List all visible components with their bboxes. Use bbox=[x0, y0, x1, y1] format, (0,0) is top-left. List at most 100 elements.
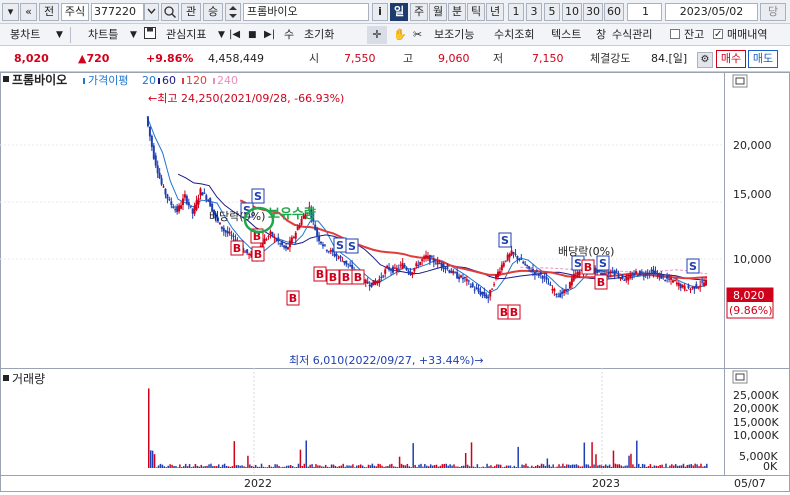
candle-body bbox=[658, 274, 661, 278]
num-search-button[interactable]: 수치조회 bbox=[494, 26, 534, 44]
trade-history-checkbox[interactable] bbox=[713, 26, 723, 44]
fit-button[interactable]: 수 bbox=[284, 26, 294, 44]
volume-maximize-icon[interactable] bbox=[732, 370, 748, 384]
last-price-pct: (9.86%) bbox=[729, 304, 773, 317]
search-icon[interactable] bbox=[161, 3, 179, 21]
panel-maximize-icon[interactable] bbox=[732, 74, 748, 88]
volume-bar bbox=[620, 465, 622, 468]
candle-body bbox=[522, 261, 525, 264]
stock-name-field[interactable]: 프롬바이오 bbox=[243, 3, 369, 21]
up-down-arrows-icon[interactable] bbox=[225, 3, 241, 21]
period-month-tab[interactable]: 월 bbox=[429, 3, 447, 21]
volume-bar bbox=[319, 465, 321, 468]
volume-bar bbox=[159, 463, 162, 468]
volume-panel-title: 거래량 bbox=[12, 372, 45, 386]
minute-5-button[interactable]: 5 bbox=[544, 3, 560, 21]
ma240-swatch bbox=[213, 78, 215, 84]
indicator-button[interactable]: 관심지표 bbox=[166, 26, 206, 44]
volume-bar bbox=[468, 466, 471, 468]
buy-button[interactable]: 매수 bbox=[716, 50, 746, 68]
volume-bar bbox=[630, 453, 632, 468]
volume-bar bbox=[542, 464, 545, 468]
formula-manage-button[interactable]: 수식관리 bbox=[612, 26, 652, 44]
candle-body bbox=[419, 261, 422, 265]
save-icon[interactable] bbox=[143, 26, 157, 44]
rise-button[interactable]: 승 bbox=[203, 3, 223, 21]
candle-body bbox=[290, 237, 293, 244]
volume-bar bbox=[540, 463, 543, 468]
candle-body bbox=[172, 206, 175, 209]
hand-icon[interactable]: ✋ bbox=[393, 26, 407, 44]
volume-bar bbox=[348, 465, 350, 468]
date-input[interactable]: 2023/05/02 bbox=[665, 3, 758, 21]
candle-body bbox=[549, 284, 552, 286]
interest-button[interactable]: 관 bbox=[181, 3, 201, 21]
candle-body bbox=[329, 250, 332, 252]
scissors-icon[interactable]: ✂ bbox=[413, 26, 422, 44]
dropdown-arrow-icon[interactable]: ▼ bbox=[56, 26, 63, 44]
candle-body bbox=[331, 249, 334, 253]
volume-bar bbox=[358, 465, 360, 468]
chart-tools-button[interactable]: 차트틀 bbox=[88, 26, 118, 44]
volume-bar bbox=[486, 463, 488, 468]
volume-bar bbox=[243, 466, 245, 468]
candle-body bbox=[514, 253, 517, 255]
panel-menu-icon[interactable] bbox=[3, 76, 9, 82]
volume-bar bbox=[153, 454, 156, 468]
step-forward-icon[interactable]: ▶| bbox=[264, 26, 275, 44]
step-back-icon[interactable]: |◀ bbox=[229, 26, 240, 44]
dropdown-arrow-icon[interactable]: ▼ bbox=[218, 26, 225, 44]
window-button[interactable]: 창 bbox=[596, 26, 606, 44]
asset-type-select[interactable]: 주식 bbox=[61, 3, 89, 21]
chart-type-button[interactable]: 봉차트 bbox=[10, 26, 40, 44]
info-button[interactable]: i bbox=[372, 3, 388, 21]
count-input[interactable]: 1 bbox=[627, 3, 662, 21]
minute-30-button[interactable]: 30 bbox=[583, 3, 603, 21]
volume-bar bbox=[227, 466, 230, 468]
sell-button[interactable]: 매도 bbox=[748, 50, 778, 68]
period-tick-tab[interactable]: 틱 bbox=[467, 3, 485, 21]
price-volume-chart[interactable]: SSBBBBBS SB B BSB BS SBBS 프롬바이오 가격이평 20 60 12… bbox=[0, 72, 790, 492]
market-scope-button[interactable]: 전 bbox=[39, 3, 59, 21]
prev-button[interactable]: « bbox=[20, 3, 37, 21]
volume-bar bbox=[608, 464, 611, 468]
candle-body bbox=[407, 270, 410, 273]
minute-3-button[interactable]: 3 bbox=[526, 3, 542, 21]
candle-body bbox=[372, 280, 375, 286]
period-week-tab[interactable]: 주 bbox=[410, 3, 428, 21]
stock-code-input[interactable]: 377220 bbox=[91, 3, 144, 21]
volume-bar bbox=[634, 466, 636, 468]
aux-function-button[interactable]: 보조기능 bbox=[434, 26, 474, 44]
crosshair-icon[interactable]: ✛ bbox=[367, 26, 387, 44]
balance-checkbox[interactable] bbox=[670, 26, 680, 44]
period-day-tab[interactable]: 일 bbox=[390, 3, 408, 21]
current-button[interactable]: 당 bbox=[760, 3, 786, 21]
minute-1-button[interactable]: 1 bbox=[508, 3, 524, 21]
volume-menu-icon[interactable] bbox=[3, 375, 9, 381]
candle-body bbox=[475, 287, 478, 290]
reset-button[interactable]: 초기화 bbox=[304, 26, 334, 44]
candle-body bbox=[156, 165, 159, 174]
collapse-button[interactable]: ▾ bbox=[2, 3, 19, 21]
minute-60-button[interactable]: 60 bbox=[604, 3, 624, 21]
candle-body bbox=[390, 269, 393, 271]
chevron-down-icon[interactable] bbox=[144, 3, 159, 21]
candle-body bbox=[496, 271, 499, 278]
period-minute-tab[interactable]: 분 bbox=[448, 3, 466, 21]
minute-10-button[interactable]: 10 bbox=[562, 3, 582, 21]
gear-icon[interactable]: ⚙ bbox=[697, 52, 713, 68]
svg-text:B: B bbox=[233, 242, 241, 255]
volume-bar bbox=[651, 466, 654, 468]
period-year-tab[interactable]: 년 bbox=[486, 3, 504, 21]
candle-body bbox=[205, 195, 208, 200]
dropdown-arrow-icon[interactable]: ▼ bbox=[130, 26, 137, 44]
stop-icon[interactable]: ■ bbox=[248, 26, 257, 44]
candle-body bbox=[547, 283, 550, 285]
volume-bar bbox=[700, 463, 702, 468]
volume-bar bbox=[661, 464, 663, 468]
text-button[interactable]: 텍스트 bbox=[551, 26, 581, 44]
candle-body bbox=[393, 267, 396, 269]
chart-area[interactable]: SSBBBBBSSBBBSBBSSBBS 프롬바이오 가격이평 20 60 12… bbox=[0, 72, 790, 492]
volume-bar bbox=[439, 465, 442, 468]
candle-body bbox=[446, 267, 449, 269]
